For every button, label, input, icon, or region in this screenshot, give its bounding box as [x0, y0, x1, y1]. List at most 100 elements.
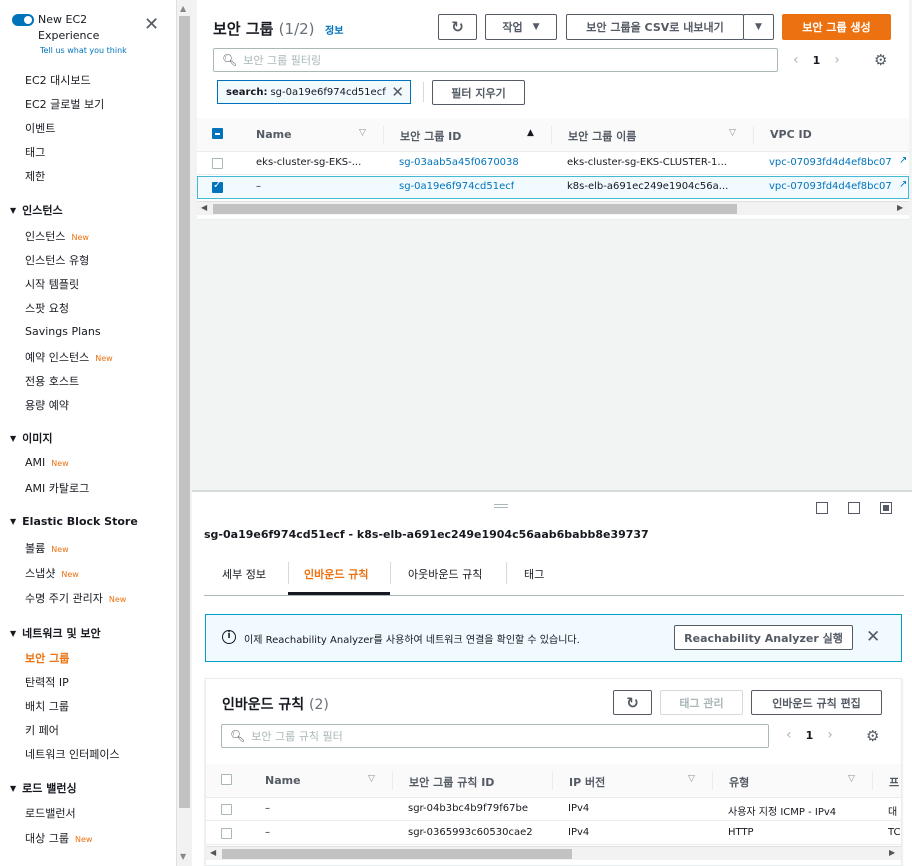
row-checkbox[interactable] — [212, 158, 223, 169]
row-checkbox[interactable] — [212, 180, 223, 193]
security-group-filter-input[interactable]: 🔍︎ 보안 그룹 필터링 — [213, 48, 778, 72]
table-row[interactable]: eks-cluster-sg-EKS-... sg-03aab5a45f0670… — [197, 152, 909, 175]
close-icon[interactable]: ✕ — [866, 627, 880, 647]
sidebar-item-instance-types[interactable]: 인스턴스 유형 — [25, 252, 89, 268]
refresh-button[interactable]: ↻ — [613, 690, 652, 715]
sidebar-item-ami[interactable]: AMI New — [25, 456, 69, 469]
column-header-security-group-id[interactable]: 보안 그룹 ID — [400, 128, 461, 144]
sidebar-section-instances[interactable]: ▼ 인스턴스 — [10, 202, 63, 218]
sidebar-item-events[interactable]: 이벤트 — [25, 120, 55, 136]
sidebar-item-dashboard[interactable]: EC2 대시보드 — [25, 72, 91, 88]
chevron-left-icon[interactable]: ‹ — [786, 727, 792, 743]
sidebar-item-spot-requests[interactable]: 스팟 요청 — [25, 300, 69, 316]
row-security-group-id[interactable]: sg-0a19e6f974cd51ecf — [399, 181, 514, 192]
sort-icon[interactable]: ▽ — [688, 774, 695, 784]
tab-tags[interactable]: 태그 — [524, 566, 544, 582]
sidebar-item-ami-catalog[interactable]: AMI 카탈로그 — [25, 480, 89, 496]
sidebar-section-load-balancing[interactable]: ▼ 로드 밸런싱 — [10, 780, 77, 796]
select-all-checkbox[interactable] — [212, 128, 223, 139]
manage-tags-button[interactable]: 태그 관리 — [660, 690, 743, 715]
table-horizontal-scrollbar[interactable]: ◀ ▶ — [197, 201, 909, 215]
page-number[interactable]: 1 — [806, 729, 814, 742]
sidebar-item-load-balancers[interactable]: 로드밸런서 — [25, 805, 76, 821]
gear-icon[interactable]: ⚙ — [874, 51, 887, 69]
sidebar-item-snapshots[interactable]: 스냅샷 New — [25, 565, 79, 581]
sidebar-section-ebs[interactable]: ▼ Elastic Block Store — [10, 515, 138, 528]
scrollbar-thumb[interactable] — [179, 16, 190, 808]
refresh-button[interactable]: ↻ — [438, 14, 477, 40]
sidebar-item-reserved-instances[interactable]: 예약 인스턴스 New — [25, 349, 113, 365]
table-row-selected[interactable]: – sg-0a19e6f974cd51ecf k8s-elb-a691ec249… — [197, 176, 909, 199]
create-security-group-button[interactable]: 보안 그룹 생성 — [782, 14, 891, 40]
scroll-left-icon[interactable]: ◀ — [210, 848, 216, 857]
rules-filter-input[interactable]: 🔍︎ 보안 그룹 규칙 필터 — [221, 724, 769, 748]
chevron-right-icon[interactable]: › — [834, 52, 840, 68]
column-header-rule-id[interactable]: 보안 그룹 규칙 ID — [409, 774, 494, 790]
panel-bottom-icon[interactable] — [816, 502, 828, 514]
sidebar-item-dedicated-hosts[interactable]: 전용 호스트 — [25, 373, 79, 389]
sidebar-item-instances[interactable]: 인스턴스 New — [25, 228, 89, 244]
sidebar-item-placement-groups[interactable]: 배치 그룹 — [25, 698, 69, 714]
column-header-group-name[interactable]: 보안 그룹 이름 — [568, 128, 636, 144]
info-link[interactable]: 정보 — [325, 22, 343, 37]
actions-button[interactable]: 작업 ▼ — [485, 14, 557, 40]
tab-details[interactable]: 세부 정보 — [222, 566, 266, 582]
column-header-type[interactable]: 유형 — [729, 774, 749, 790]
scroll-right-icon[interactable]: ▶ — [897, 203, 903, 212]
new-experience-toggle[interactable] — [12, 14, 34, 26]
split-panel-divider[interactable] — [192, 490, 912, 492]
sort-icon[interactable]: ▽ — [368, 774, 375, 784]
chevron-right-icon[interactable]: › — [827, 727, 833, 743]
sidebar-item-key-pairs[interactable]: 키 페어 — [25, 722, 59, 738]
column-header-protocol[interactable]: 프 — [889, 774, 899, 790]
sidebar-item-limits[interactable]: 제한 — [25, 168, 45, 184]
row-security-group-id[interactable]: sg-03aab5a45f0670038 — [399, 157, 519, 168]
sidebar-item-volumes[interactable]: 볼륨 New — [25, 540, 69, 556]
run-reachability-analyzer-button[interactable]: Reachability Analyzer 실행 — [674, 625, 853, 650]
sidebar-item-target-groups[interactable]: 대상 그룹 New — [25, 830, 92, 846]
column-header-ip-version[interactable]: IP 버전 — [569, 774, 605, 790]
gear-icon[interactable]: ⚙ — [866, 727, 879, 745]
sort-ascending-icon[interactable]: ▲ — [527, 128, 534, 138]
export-csv-button[interactable]: 보안 그룹을 CSV로 내보내기 — [566, 14, 744, 40]
resize-handle-icon[interactable] — [494, 504, 508, 508]
close-icon[interactable]: ✕ — [144, 16, 159, 34]
rules-horizontal-scrollbar[interactable]: ◀ ▶ — [206, 846, 901, 860]
column-header-vpc-id[interactable]: VPC ID — [770, 128, 812, 141]
page-number[interactable]: 1 — [813, 54, 821, 67]
scroll-down-icon[interactable]: ▼ — [180, 852, 186, 861]
close-icon[interactable]: ✕ — [391, 83, 404, 101]
sidebar-item-global-view[interactable]: EC2 글로벌 보기 — [25, 96, 104, 112]
row-checkbox[interactable] — [221, 828, 232, 839]
panel-full-icon[interactable] — [880, 502, 892, 514]
sort-icon[interactable]: ▽ — [359, 128, 366, 138]
sidebar-item-lifecycle-manager[interactable]: 수명 주기 관리자 New — [25, 590, 126, 606]
sidebar-item-savings-plans[interactable]: Savings Plans — [25, 325, 101, 338]
tab-inbound-rules[interactable]: 인바운드 규칙 — [304, 566, 369, 582]
scrollbar-thumb[interactable] — [213, 204, 737, 214]
external-link-icon[interactable]: ↗ — [899, 179, 907, 190]
sidebar-item-elastic-ip[interactable]: 탄력적 IP — [25, 674, 69, 690]
sidebar-item-launch-templates[interactable]: 시작 템플릿 — [25, 276, 79, 292]
sort-icon[interactable]: ▽ — [848, 774, 855, 784]
tab-outbound-rules[interactable]: 아웃바운드 규칙 — [408, 566, 482, 582]
row-vpc-id[interactable]: vpc-07093fd4d4ef8bc07 — [769, 181, 892, 192]
chevron-left-icon[interactable]: ‹ — [793, 52, 799, 68]
edit-inbound-rules-button[interactable]: 인바운드 규칙 편집 — [751, 690, 882, 715]
export-dropdown-button[interactable]: ▼ — [743, 14, 774, 40]
feedback-link[interactable]: Tell us what you think — [40, 46, 127, 55]
select-all-checkbox[interactable] — [221, 774, 232, 785]
scrollbar-thumb[interactable] — [222, 849, 572, 859]
column-header-name[interactable]: Name — [265, 774, 301, 787]
sidebar-item-security-groups[interactable]: 보안 그룹 — [25, 650, 69, 666]
external-link-icon[interactable]: ↗ — [899, 155, 907, 166]
table-row[interactable]: – sgr-04b3bc4b9f79f67be IPv4 사용자 지정 ICMP… — [206, 798, 901, 821]
sidebar-scrollbar[interactable]: ▲ ▼ — [176, 0, 192, 866]
sidebar-item-network-interfaces[interactable]: 네트워크 인터페이스 — [25, 746, 120, 762]
row-checkbox[interactable] — [221, 804, 232, 815]
sort-icon[interactable]: ▽ — [729, 128, 736, 138]
clear-filters-button[interactable]: 필터 지우기 — [432, 80, 525, 105]
sidebar-section-images[interactable]: ▼ 이미지 — [10, 430, 53, 446]
sidebar-section-network[interactable]: ▼ 네트워크 및 보안 — [10, 625, 101, 641]
panel-side-icon[interactable] — [848, 502, 860, 514]
